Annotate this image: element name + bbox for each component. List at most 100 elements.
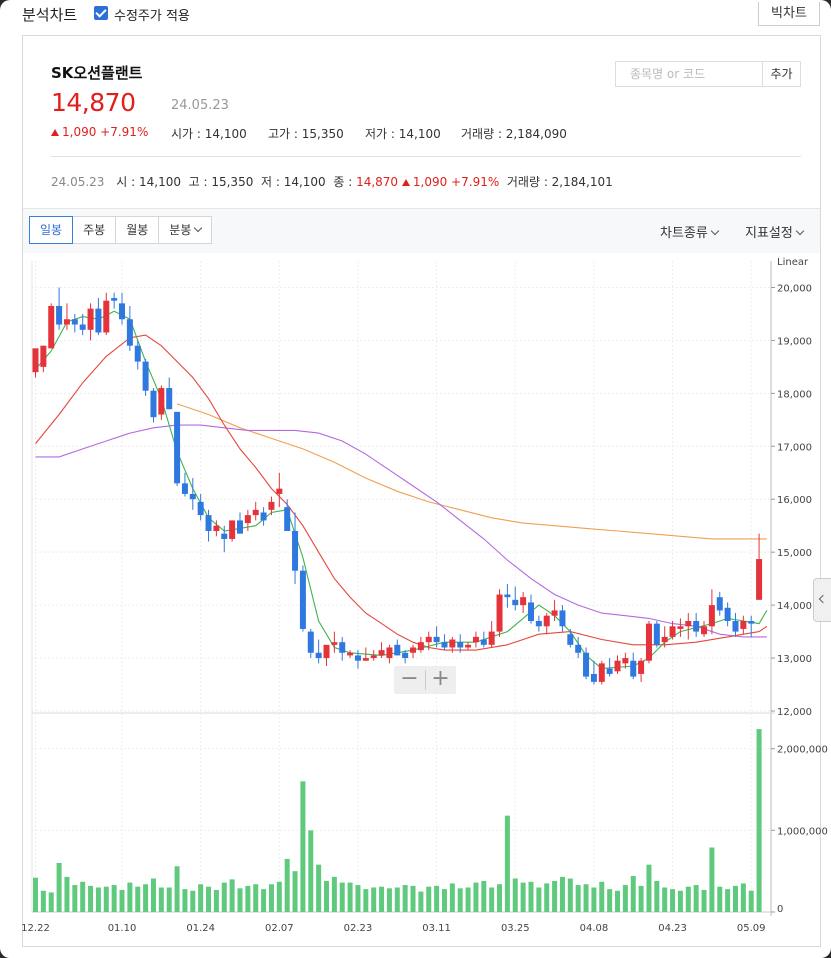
candle-body — [425, 636, 432, 643]
candle-body — [213, 525, 220, 531]
volume-bar — [206, 886, 212, 912]
candle-body — [189, 493, 196, 500]
candle-body — [150, 390, 157, 418]
candle-body — [378, 650, 385, 656]
candle-body — [134, 345, 141, 362]
candle-body — [417, 642, 424, 651]
candle-body — [79, 324, 86, 330]
candle-body — [260, 512, 267, 521]
candle-body — [488, 631, 495, 645]
candle-body — [339, 642, 346, 653]
volume-bar — [552, 880, 558, 912]
candle-body — [496, 594, 503, 632]
y-tick-label: 13,000 — [777, 654, 812, 665]
volume-bar — [386, 888, 392, 912]
candle-body — [158, 388, 165, 415]
volume-bar — [182, 889, 188, 912]
volume-bar — [489, 887, 495, 912]
volume-bar — [449, 883, 455, 912]
volume-bar — [143, 884, 149, 912]
candle-body — [669, 626, 676, 637]
volume-bar — [418, 891, 424, 912]
candle-body — [685, 621, 692, 627]
zoom-in-button[interactable]: + — [425, 666, 456, 694]
volume-bar — [221, 882, 227, 912]
x-tick-label: 01.10 — [108, 923, 137, 934]
volume-bar — [426, 886, 432, 912]
candle-body — [551, 610, 558, 616]
volume-bar — [402, 885, 408, 912]
candle-body — [166, 388, 173, 410]
volume-bar — [119, 889, 125, 912]
volume-bar — [591, 887, 597, 912]
candle-body — [402, 652, 409, 659]
volume-bar — [646, 864, 652, 912]
volume-bar — [40, 890, 46, 912]
volume-bar — [324, 880, 330, 912]
volume-bar — [198, 884, 204, 912]
candle-body — [229, 520, 236, 539]
volume-bar — [135, 886, 141, 912]
volume-bar — [677, 890, 683, 912]
volume-bar — [56, 863, 62, 912]
candle-body — [71, 319, 78, 325]
tab-daily[interactable]: 일봉 — [29, 216, 74, 244]
volume-bar — [72, 885, 78, 912]
volume-bar — [80, 881, 86, 912]
volume-bar — [465, 887, 471, 912]
volume-bar — [740, 883, 746, 912]
candle-body — [630, 660, 637, 677]
app-window: 분석차트 수정주가 적용 빅차트 SK오션플랜트 14,870 24.05.23… — [0, 0, 831, 958]
y-tick-label: 14,000 — [777, 601, 812, 612]
volume-bar — [339, 882, 345, 912]
candle-body — [638, 660, 645, 674]
volume-bar — [497, 884, 503, 912]
volume-bar — [308, 830, 314, 912]
volume-bar — [229, 879, 235, 912]
x-tick-label: 03.25 — [501, 923, 530, 934]
zoom-out-button[interactable]: − — [394, 666, 425, 694]
candle-body — [527, 602, 534, 621]
volume-bar — [670, 889, 676, 912]
volume-bar — [717, 886, 723, 912]
candle-body — [119, 303, 126, 320]
volume-bar — [536, 887, 542, 912]
candle-body — [583, 652, 590, 677]
y-tick-label: 20,000 — [777, 283, 812, 294]
candle-body — [701, 626, 708, 635]
volume-bar — [473, 882, 479, 912]
candle-body — [268, 501, 275, 510]
volume-tick-label: 1,000,000 — [777, 826, 828, 837]
candle-body — [252, 509, 259, 516]
candle-body — [756, 559, 763, 600]
candle-body — [567, 634, 574, 645]
volume-bar — [748, 890, 754, 912]
volume-bar — [331, 876, 337, 912]
candle-body — [370, 655, 377, 659]
side-panel-toggle[interactable] — [813, 578, 831, 622]
volume-bar — [630, 876, 636, 912]
candle-body — [56, 306, 63, 325]
volume-bar — [662, 887, 668, 912]
candle-body — [126, 319, 133, 346]
candle-body — [40, 345, 47, 367]
candle-body — [323, 644, 330, 659]
volume-bar — [693, 885, 699, 912]
y-tick-label: 17,000 — [777, 442, 812, 453]
volume-bar — [190, 890, 196, 912]
stock-chart[interactable]: 12.22 01.10 01.24 02.07 02.23 03.11 03.25 04.08… — [0, 0, 831, 958]
volume-bar — [457, 888, 463, 912]
candle-body — [441, 642, 448, 648]
candle-body — [732, 621, 739, 632]
x-tick-label: 04.08 — [580, 923, 609, 934]
candle-body — [221, 533, 228, 539]
volume-bar — [481, 880, 487, 912]
volume-bar — [583, 884, 589, 912]
candle-body — [276, 488, 283, 494]
y-tick-label: 19,000 — [777, 336, 812, 347]
candle-body — [543, 615, 550, 627]
volume-bar — [245, 885, 251, 912]
candle-body — [347, 652, 354, 656]
candle-body — [480, 639, 487, 645]
volume-bar — [607, 889, 613, 912]
